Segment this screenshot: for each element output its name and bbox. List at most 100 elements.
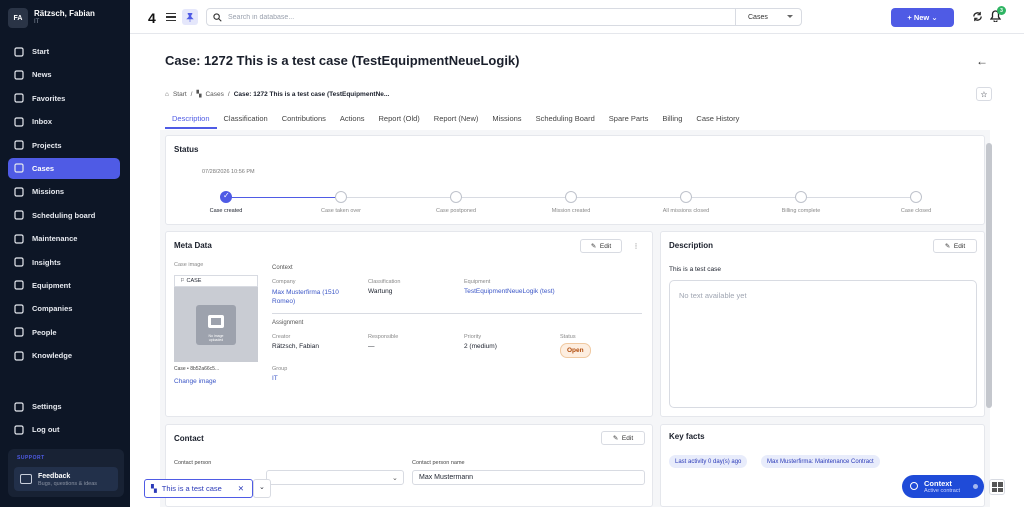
contact-edit-button[interactable]: ✎ Edit [601,431,645,445]
sidebar-item-insights[interactable]: Insights [8,252,120,273]
contact-person-label: Contact person [174,460,212,466]
group-link[interactable]: IT [272,375,278,382]
notification-badge: 3 [997,6,1006,15]
sidebar-nav-bottom: Settings Log out [8,396,120,443]
sidebar-item-missions[interactable]: Missions [8,181,120,202]
sidebar-item-scheduling-board[interactable]: Scheduling board [8,205,120,226]
meta-title: Meta Data [174,241,212,250]
more-icon[interactable]: ⋮ [629,239,643,253]
sidebar-item-knowledge[interactable]: Knowledge [8,345,120,366]
tab-billing[interactable]: Billing [655,109,689,129]
sidebar-item-people[interactable]: People [8,322,120,343]
page-title: Case: 1272 This is a test case (TestEqui… [165,53,520,68]
sidebar-item-label: Missions [32,187,65,197]
building-icon [14,304,24,314]
chip-dropdown-button[interactable]: ⌄ [253,479,271,498]
contact-person-select[interactable]: ⌄ [266,470,404,485]
description-title: Description [669,241,714,250]
company-link[interactable]: Max Musterfirma (1510 Romeo) [272,288,356,306]
status-card: Status 07/28/2026 10:56 PM ✓ Case created… [165,135,985,225]
tab-missions[interactable]: Missions [485,109,528,129]
tab-case-history[interactable]: Case History [689,109,746,129]
sidebar-item-favorites[interactable]: Favorites [8,88,120,109]
sync-icon[interactable] [972,11,983,22]
status-label: Status [560,334,576,340]
sidebar-item-companies[interactable]: Companies [8,298,120,319]
sidebar-item-start[interactable]: Start [8,41,120,62]
sidebar-item-settings[interactable]: Settings [8,396,120,417]
sidebar-item-projects[interactable]: Projects [8,135,120,156]
classification-label: Classification [368,279,401,285]
sidebar-item-label: Projects [32,140,62,150]
context-title: Context [924,479,952,488]
key-fact-contract[interactable]: Max Musterfirma: Maintenance Contract [761,455,880,468]
camera-icon: No image uploaded [196,304,236,345]
tab-description[interactable]: Description [165,109,217,129]
context-icon [910,482,918,490]
tab-scheduling-board[interactable]: Scheduling Board [529,109,602,129]
context-section-title: Context [272,265,293,271]
meta-data-card: Meta Data ✎ Edit ⋮ Case image ⚐ CASE No … [165,231,653,417]
key-fact-activity[interactable]: Last activity 0 day(s) ago [669,455,748,468]
contact-name-field[interactable]: Max Mustermann [412,470,645,485]
key-facts-title: Key facts [669,432,705,441]
logout-icon [14,425,24,435]
sidebar-item-maintenance[interactable]: Maintenance [8,228,120,249]
logo-icon[interactable]: 4 [148,10,156,26]
breadcrumb-start[interactable]: Start [173,91,187,98]
equipment-label: Equipment [464,279,491,285]
description-edit-button[interactable]: ✎ Edit [933,239,977,253]
sidebar-item-news[interactable]: News [8,64,120,85]
chevron-down-icon: ⌄ [259,484,265,491]
search-scope-select[interactable]: Cases [735,9,801,25]
sidebar-item-inbox[interactable]: Inbox [8,111,120,132]
context-button[interactable]: Context Active contract [902,475,984,498]
user-dept: IT [34,19,40,25]
search-input[interactable] [228,13,608,21]
sidebar-item-log-out[interactable]: Log out [8,419,120,440]
sidebar-item-label: Favorites [32,93,66,103]
tab-report-old-[interactable]: Report (Old) [372,109,427,129]
menu-icon[interactable] [166,13,176,21]
sidebar-item-cases[interactable]: Cases [8,157,120,179]
tab-classification[interactable]: Classification [217,109,275,129]
tab-contributions[interactable]: Contributions [275,109,333,129]
status-step-label: Case created [209,208,243,214]
divider [272,313,642,314]
status-step [450,191,462,203]
sidebar: FA Rätzsch, Fabian IT Start News Favorites… [0,0,130,507]
creator-label: Creator [272,334,291,340]
meta-edit-button[interactable]: ✎ Edit [580,239,622,253]
tab-spare-parts[interactable]: Spare Parts [602,109,656,129]
recent-chip-label: This is a test case [161,484,222,493]
user-profile[interactable]: FA Rätzsch, Fabian IT [8,7,95,29]
breadcrumb-cases[interactable]: Cases [205,91,223,98]
company-label: Company [272,279,296,285]
status-step [910,191,922,203]
feedback-button[interactable]: Feedback Bugs, questions & ideas [14,467,118,491]
change-image-link[interactable]: Change image [174,378,216,385]
tab-report-new-[interactable]: Report (New) [427,109,486,129]
pin-icon[interactable] [182,9,198,25]
status-step-label: Case taken over [320,208,362,214]
close-icon[interactable]: ✕ [238,484,244,493]
description-editor[interactable]: No text available yet [669,280,977,408]
favorite-star-icon[interactable]: ☆ [976,87,992,101]
sidebar-item-label: Insights [32,257,61,267]
sidebar-item-equipment[interactable]: Equipment [8,275,120,296]
grid-icon[interactable] [989,479,1005,495]
status-step [680,191,692,203]
recent-chip[interactable]: ▚ This is a test case ✕ [144,479,253,498]
status-step-label: Case closed [900,208,932,214]
contact-name-label: Contact person name [412,460,465,466]
tab-actions[interactable]: Actions [333,109,372,129]
cases-icon: ▚ [151,484,157,493]
back-arrow-icon[interactable]: ← [976,54,988,68]
equipment-link[interactable]: TestEquipmentNeueLogik (test) [464,288,555,295]
priority-label: Priority [464,334,482,340]
new-button[interactable]: + New ⌄ [891,8,954,27]
case-image[interactable]: No image uploaded [174,287,258,362]
scrollbar[interactable] [986,143,992,408]
sidebar-item-label: Start [32,47,50,56]
tools-icon [14,280,24,291]
